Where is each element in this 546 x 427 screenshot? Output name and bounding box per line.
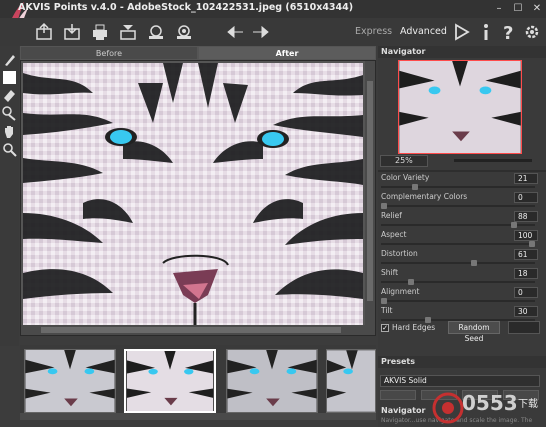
play-icon[interactable] (451, 22, 471, 42)
eraser-icon[interactable] (2, 88, 17, 103)
toolbar: Express Advanced ? (0, 18, 546, 46)
zoom-icon[interactable] (2, 142, 17, 157)
param-slider[interactable] (381, 281, 535, 283)
share-icon[interactable] (118, 22, 138, 42)
preset-thumbnail[interactable] (226, 349, 318, 413)
maximize-button[interactable]: ☐ (509, 0, 527, 18)
preset-thumbnail[interactable] (326, 349, 376, 413)
history-brush-icon[interactable] (2, 106, 17, 121)
print-icon[interactable] (90, 22, 110, 42)
batch-icon[interactable] (146, 22, 166, 42)
hand-icon[interactable] (2, 124, 17, 139)
param-label: Tilt (381, 306, 393, 315)
preset-filmstrip (20, 345, 376, 420)
param-label: Distortion (381, 249, 418, 258)
title-bar: AKVIS Points v.4.0 - AdobeStock_10242253… (0, 0, 546, 40)
tools-panel (0, 46, 19, 346)
express-mode-tab[interactable]: Express (355, 26, 392, 37)
param-value-input[interactable]: 18 (514, 268, 538, 279)
param-label: Shift (381, 268, 399, 277)
param-value-input[interactable]: 0 (514, 287, 538, 298)
param-slider-knob[interactable] (471, 260, 478, 266)
redo-icon[interactable] (250, 22, 270, 42)
param-slider-knob[interactable] (412, 184, 419, 190)
param-label: Aspect (381, 230, 407, 239)
advanced-mode-tab[interactable]: Advanced (400, 26, 447, 37)
param-row: Color Variety 21 (378, 172, 546, 191)
param-label: Alignment (381, 287, 420, 296)
hard-edges-option[interactable]: ✓ Hard Edges (381, 323, 435, 332)
undo-icon[interactable] (226, 22, 246, 42)
hard-edges-checkbox[interactable]: ✓ (381, 323, 389, 332)
param-row: Shift 18 (378, 267, 546, 286)
horizontal-scrollbar[interactable] (21, 325, 367, 335)
param-slider[interactable] (381, 300, 535, 302)
param-value-input[interactable]: 61 (514, 249, 538, 260)
filmstrip-scrollbar[interactable] (20, 413, 376, 420)
zoom-slider[interactable] (454, 159, 532, 162)
vertical-scrollbar[interactable] (365, 61, 375, 335)
navigator-preview[interactable] (398, 60, 522, 154)
minimize-button[interactable]: – (490, 0, 508, 18)
preset-thumbnail[interactable] (24, 349, 116, 413)
param-slider-knob[interactable] (381, 298, 387, 304)
param-value-input[interactable]: 21 (514, 173, 538, 184)
param-row: Alignment 0 (378, 286, 546, 305)
open-file-icon[interactable] (34, 22, 54, 42)
settings-icon[interactable] (174, 22, 194, 42)
tab-after[interactable]: After (198, 46, 376, 60)
param-value-input[interactable]: 30 (514, 306, 538, 317)
image-canvas[interactable] (20, 60, 376, 336)
param-value-input[interactable]: 100 (514, 230, 538, 241)
preset-thumbnail-selected[interactable] (124, 349, 216, 413)
navigator-header: Navigator (378, 46, 546, 58)
seed-spinner[interactable] (508, 321, 540, 334)
param-value-input[interactable]: 88 (514, 211, 538, 222)
square-icon[interactable] (2, 70, 17, 85)
param-row: Aspect 100 (378, 229, 546, 248)
param-row: Relief 88 (378, 210, 546, 229)
window-title: AKVIS Points v.4.0 - AdobeStock_10242253… (18, 2, 354, 13)
zoom-row: 25% (378, 154, 546, 168)
param-label: Relief (381, 211, 402, 220)
param-row: Distortion 61 (378, 248, 546, 267)
zoom-select[interactable]: 25% (380, 155, 428, 167)
random-seed-button[interactable]: Random Seed (448, 321, 500, 343)
help-icon[interactable]: ? (499, 22, 519, 42)
param-slider[interactable] (381, 186, 535, 188)
navigator-help-title: Navigator (381, 406, 426, 415)
presets-header: Presets (378, 356, 546, 368)
gear-icon[interactable] (522, 22, 542, 42)
param-slider[interactable] (381, 262, 535, 264)
save-file-icon[interactable] (62, 22, 82, 42)
param-slider[interactable] (381, 243, 535, 245)
settings-panel: Navigator 25% Color Variety 21 Complementa… (378, 46, 546, 427)
svg-text:?: ? (503, 23, 513, 42)
watermark-text: 0553 (462, 391, 518, 415)
brush-icon[interactable] (2, 52, 17, 67)
info-icon[interactable] (476, 22, 496, 42)
param-value-input[interactable]: 0 (514, 192, 538, 203)
param-slider-knob[interactable] (381, 203, 387, 209)
param-slider-knob[interactable] (529, 241, 535, 247)
param-slider-knob[interactable] (407, 279, 414, 285)
param-slider-knob[interactable] (511, 222, 518, 228)
tiger-image (23, 63, 363, 325)
close-button[interactable]: ✕ (528, 0, 546, 18)
tab-before[interactable]: Before (20, 46, 198, 60)
hard-edges-label: Hard Edges (392, 323, 436, 332)
preset-select[interactable]: AKVIS Solid (380, 375, 540, 387)
param-slider[interactable] (381, 205, 535, 207)
view-tabs: Before After (20, 46, 376, 60)
preset-save-button[interactable] (380, 390, 416, 400)
param-row: Complementary Colors 0 (378, 191, 546, 210)
watermark-sub: 下载 (518, 399, 538, 410)
param-label: Color Variety (381, 173, 430, 182)
param-label: Complementary Colors (381, 192, 468, 201)
